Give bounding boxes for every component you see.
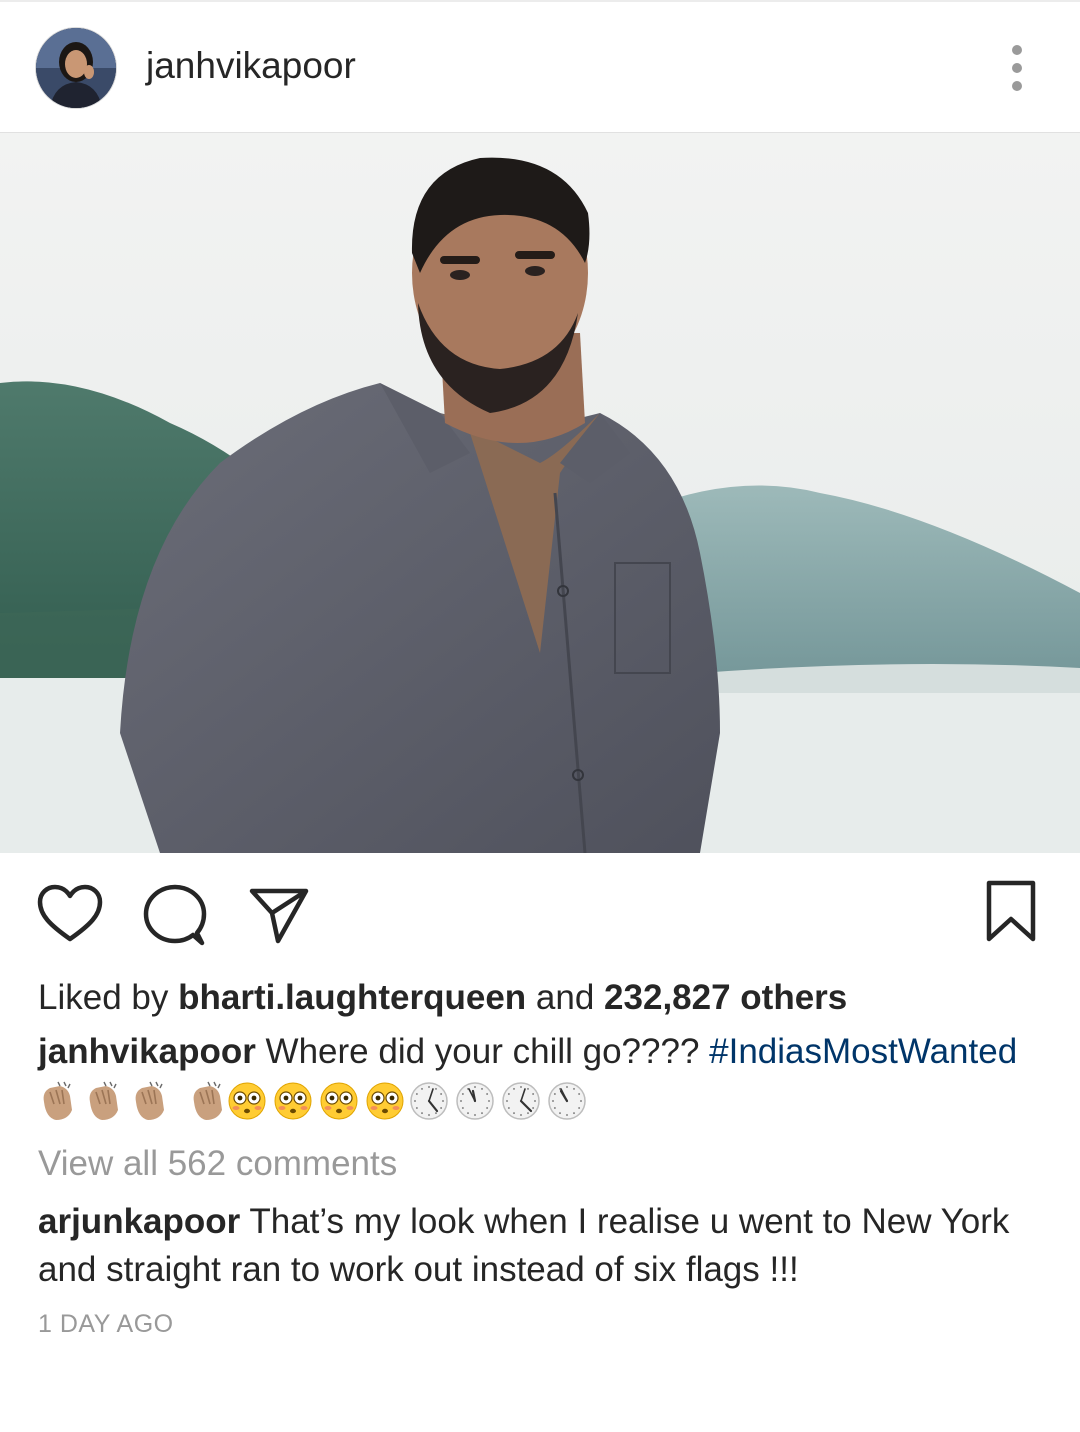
clock-icon bbox=[410, 1082, 448, 1120]
post-photo-image bbox=[0, 133, 1080, 853]
flushed-face-icon bbox=[366, 1082, 404, 1120]
clapping-hands-icon bbox=[193, 1081, 222, 1120]
heart-icon[interactable] bbox=[36, 883, 104, 945]
post-header: janhvikapoor bbox=[0, 2, 1080, 132]
caption: janhvikapoor Where did your chill go????… bbox=[38, 1030, 1017, 1074]
comment-username[interactable]: arjunkapoor bbox=[38, 1202, 240, 1241]
view-all-comments-link[interactable]: View all 562 comments bbox=[38, 1142, 397, 1186]
comment: arjunkapoor That’s my look when I realis… bbox=[38, 1198, 1048, 1294]
bookmark-icon[interactable] bbox=[984, 879, 1038, 945]
flushed-face-icon bbox=[320, 1082, 358, 1120]
post-username[interactable]: janhvikapoor bbox=[146, 46, 356, 86]
likes-middle: and bbox=[526, 978, 605, 1017]
clapping-hands-icon bbox=[135, 1081, 164, 1120]
caption-text: Where did your chill go???? bbox=[255, 1032, 710, 1071]
liker-username[interactable]: bharti.laughterqueen bbox=[178, 978, 526, 1017]
caption-hashtag[interactable]: #IndiasMostWanted bbox=[709, 1032, 1017, 1071]
post-timestamp: 1 DAY AGO bbox=[38, 1310, 174, 1338]
post-photo[interactable] bbox=[0, 133, 1080, 853]
caption-emoji-text: 👏🏼👏🏼👏🏼 👏🏼😳😳😳😳🕠🕔🕢🕖 bbox=[38, 1080, 39, 1081]
avatar[interactable] bbox=[36, 28, 116, 108]
likes-count[interactable]: 232,827 others bbox=[604, 978, 847, 1017]
caption-username[interactable]: janhvikapoor bbox=[38, 1032, 256, 1071]
more-options-icon[interactable] bbox=[1002, 42, 1032, 94]
avatar-image bbox=[36, 28, 116, 108]
action-bar bbox=[0, 853, 1080, 973]
clock-icon bbox=[456, 1082, 494, 1120]
emoji-strip-icon bbox=[43, 1081, 586, 1120]
flushed-face-icon bbox=[228, 1082, 266, 1120]
share-icon[interactable] bbox=[248, 883, 310, 945]
flushed-face-icon bbox=[274, 1082, 312, 1120]
caption-emoji-line: 👏🏼👏🏼👏🏼 👏🏼😳😳😳😳🕠🕔🕢🕖 bbox=[38, 1080, 598, 1122]
comment-icon[interactable] bbox=[142, 883, 208, 947]
clapping-hands-icon bbox=[43, 1081, 72, 1120]
likes-prefix: Liked by bbox=[38, 978, 179, 1017]
clapping-hands-icon bbox=[89, 1081, 118, 1120]
clock-icon bbox=[548, 1082, 586, 1120]
clock-icon bbox=[502, 1082, 540, 1120]
likes-summary: Liked by bharti.laughterqueen and 232,82… bbox=[38, 976, 847, 1020]
